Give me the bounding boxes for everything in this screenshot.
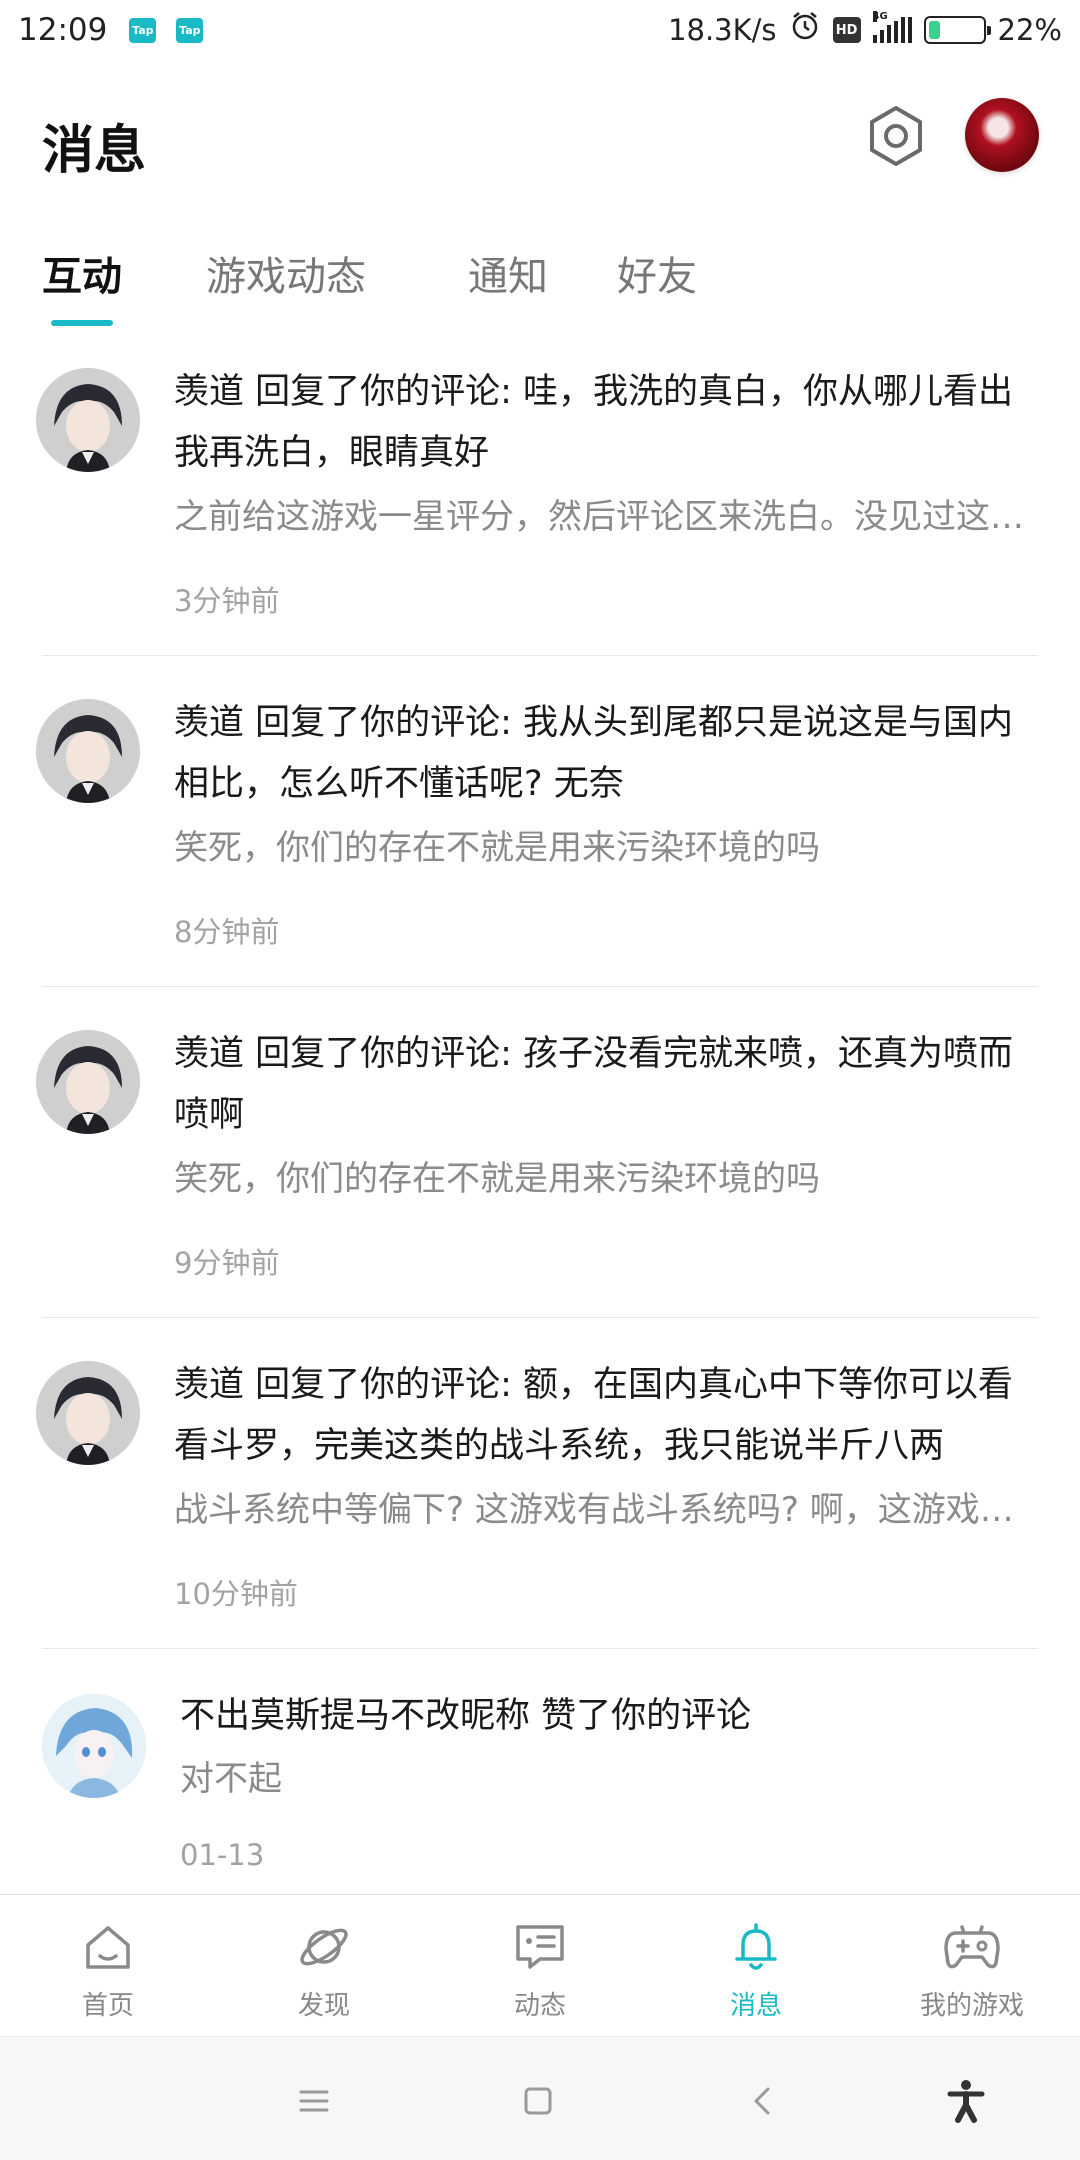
battery-icon — [923, 16, 991, 44]
divider — [42, 655, 1038, 656]
message-item[interactable]: 羡道 回复了你的评论: 哇，我洗的真白，你从哪儿看出我再洗白，眼睛真好 之前给这… — [0, 340, 1080, 671]
tab-notifications[interactable]: 通知 — [468, 244, 548, 302]
gamepad-icon — [942, 1917, 1002, 1977]
nav-my-games[interactable]: 我的游戏 — [864, 1895, 1080, 2037]
user-avatar[interactable] — [36, 368, 140, 472]
user-avatar[interactable] — [36, 699, 140, 803]
tab-friends[interactable]: 好友 — [617, 244, 697, 302]
system-nav-bar — [0, 2036, 1080, 2160]
message-preview: 笑死，你们的存在不就是用来污染环境的吗 — [174, 828, 820, 868]
nav-home[interactable]: 首页 — [0, 1895, 216, 2037]
taptap-notification-icon: Tap — [129, 17, 157, 43]
bell-icon — [726, 1917, 786, 1977]
message-title: 不出莫斯提马不改昵称 赞了你的评论 — [180, 1696, 752, 1736]
user-avatar[interactable] — [42, 1694, 146, 1798]
nav-feed[interactable]: 动态 — [432, 1895, 648, 2037]
message-item[interactable]: 羡道 回复了你的评论: 孩子没看完就来喷，还真为喷而喷啊 笑死，你们的存在不就是… — [0, 1002, 1080, 1333]
profile-avatar[interactable] — [965, 98, 1039, 172]
planet-icon — [294, 1917, 354, 1977]
message-item[interactable]: 不出莫斯提马不改昵称 赞了你的评论 对不起 01-13 — [0, 1664, 1080, 1894]
message-preview: 笑死，你们的存在不就是用来污染环境的吗 — [174, 1159, 820, 1199]
page-title: 消息 — [42, 121, 147, 181]
tab-bar: 互动 游戏动态 通知 好友 — [0, 230, 1080, 330]
nav-label: 动态 — [513, 1991, 566, 2021]
accessibility-icon[interactable] — [938, 2073, 994, 2129]
status-time: 12:09 — [18, 12, 108, 48]
tab-active-indicator — [51, 320, 113, 326]
nav-label: 消息 — [729, 1991, 782, 2021]
message-title: 羡道 回复了你的评论: 孩子没看完就来喷，还真为喷而喷啊 — [174, 1034, 1014, 1135]
nav-label: 首页 — [81, 1991, 134, 2021]
message-time: 9分钟前 — [174, 1246, 280, 1280]
nav-label: 发现 — [297, 1991, 350, 2021]
menu-icon[interactable] — [286, 2073, 342, 2129]
message-item[interactable]: 羡道 回复了你的评论: 我从头到尾都只是说这是与国内相比，怎么听不懂话呢? 无奈… — [0, 671, 1080, 1002]
back-icon[interactable] — [734, 2073, 790, 2129]
battery-fill — [928, 21, 940, 39]
home-square-icon[interactable] — [510, 2073, 566, 2129]
user-avatar[interactable] — [36, 1030, 140, 1134]
divider — [42, 1648, 1038, 1649]
message-title: 羡道 回复了你的评论: 我从头到尾都只是说这是与国内相比，怎么听不懂话呢? 无奈 — [174, 703, 1014, 804]
nav-messages[interactable]: 消息 — [648, 1895, 864, 2037]
battery-percent: 22% — [997, 13, 1062, 47]
bottom-nav: 首页 发现 动态 消息 我的游戏 — [0, 1894, 1080, 2036]
message-time: 01-13 — [180, 1838, 265, 1872]
signal-icon: 4G — [872, 11, 912, 43]
nav-label: 我的游戏 — [919, 1991, 1024, 2021]
network-type: 4G — [872, 11, 888, 22]
message-item[interactable]: 羡道 回复了你的评论: 额，在国内真心中下等你可以看看斗罗，完美这类的战斗系统，… — [0, 1333, 1080, 1664]
hd-icon: HD — [832, 17, 861, 43]
message-time: 10分钟前 — [174, 1577, 298, 1611]
user-avatar[interactable] — [36, 1361, 140, 1465]
status-right: 18.3K/s HD 4G 22% — [668, 10, 1062, 50]
message-title: 羡道 回复了你的评论: 额，在国内真心中下等你可以看看斗罗，完美这类的战斗系统，… — [174, 1365, 1014, 1466]
message-preview: 战斗系统中等偏下? 这游戏有战斗系统吗? 啊，这游戏的战斗系统 — [174, 1490, 1044, 1530]
tab-game-updates[interactable]: 游戏动态 — [206, 244, 366, 302]
divider — [42, 1317, 1038, 1318]
home-icon — [78, 1917, 138, 1977]
alarm-icon — [789, 10, 821, 50]
message-preview: 对不起 — [180, 1759, 282, 1799]
divider — [42, 986, 1038, 987]
tab-interaction[interactable]: 互动 — [42, 244, 122, 302]
chat-card-icon — [510, 1917, 570, 1977]
message-time: 8分钟前 — [174, 915, 280, 949]
header: 消息 — [0, 60, 1080, 210]
settings-hexagon-icon[interactable] — [862, 102, 930, 170]
taptap-notification-icon: Tap — [176, 17, 204, 43]
message-preview: 之前给这游戏一星评分，然后评论区来洗白。没见过这么厚脸皮的人 — [174, 497, 1044, 537]
network-speed: 18.3K/s — [668, 13, 777, 47]
message-list[interactable]: 羡道 回复了你的评论: 哇，我洗的真白，你从哪儿看出我再洗白，眼睛真好 之前给这… — [0, 340, 1080, 1894]
message-time: 3分钟前 — [174, 584, 280, 618]
nav-discover[interactable]: 发现 — [216, 1895, 432, 2037]
message-title: 羡道 回复了你的评论: 哇，我洗的真白，你从哪儿看出我再洗白，眼睛真好 — [174, 372, 1014, 473]
status-bar: 12:09 Tap Tap 18.3K/s HD 4G 22% — [0, 0, 1080, 60]
